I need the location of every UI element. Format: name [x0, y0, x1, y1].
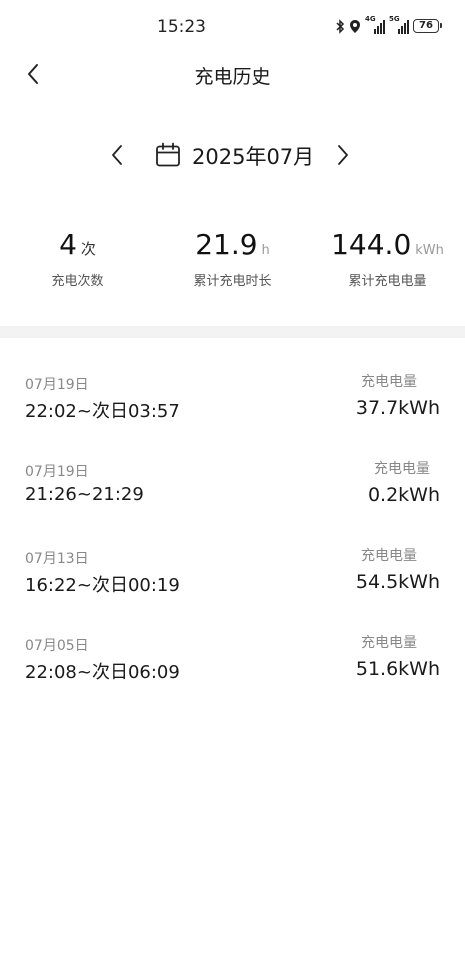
section-divider [0, 326, 465, 338]
month-selector: 2025年07月 [0, 136, 465, 176]
list-item[interactable]: 07月13日 16:22~次日00:19 充电电量 54.5kWh [0, 540, 465, 627]
stat-label: 充电次数 [51, 274, 104, 289]
stat-value: 4 [59, 228, 77, 261]
record-date: 07月19日 [25, 377, 89, 393]
record-time-range: 21:26~21:29 [25, 484, 144, 505]
status-bar: 15:23 4G 5G 76 [0, 0, 465, 56]
status-icons: 4G 5G 76 [336, 15, 442, 34]
stat-unit: h [261, 243, 270, 258]
stat-value: 21.9 [195, 228, 258, 261]
record-energy-value: 51.6kWh [355, 658, 440, 680]
stat-charge-duration: 21.9 h 累计充电时长 [155, 228, 310, 289]
chevron-right-icon [338, 145, 348, 165]
record-energy-label: 充电电量 [374, 461, 430, 477]
record-energy-label: 充电电量 [361, 374, 417, 390]
stat-value: 144.0 [331, 228, 412, 261]
record-time-range: 22:02~次日03:57 [25, 401, 180, 422]
record-energy-value: 37.7kWh [355, 397, 440, 419]
network-type-1: 4G [365, 15, 376, 23]
stat-unit: kWh [415, 243, 444, 258]
bluetooth-icon [336, 18, 345, 34]
battery-level: 76 [419, 20, 433, 31]
record-energy-label: 充电电量 [361, 548, 417, 564]
record-energy-value: 54.5kWh [355, 571, 440, 593]
next-month-button[interactable] [336, 144, 356, 168]
app-header: 充电历史 [0, 56, 465, 92]
page-title: 充电历史 [194, 66, 271, 88]
list-item[interactable]: 07月19日 21:26~21:29 充电电量 0.2kWh [0, 453, 465, 540]
stat-charge-count: 4次 充电次数 [0, 228, 155, 289]
signal-icon: 5G [389, 15, 409, 34]
stat-charge-energy: 144.0 kWh 累计充电电量 [310, 228, 465, 289]
stat-label: 累计充电电量 [348, 274, 427, 289]
record-date: 07月19日 [25, 464, 89, 480]
list-item[interactable]: 07月05日 22:08~次日06:09 充电电量 51.6kWh [0, 627, 465, 714]
record-time-range: 16:22~次日00:19 [25, 575, 180, 596]
charge-record-list: 07月19日 22:02~次日03:57 充电电量 37.7kWh 07月19日… [0, 366, 465, 714]
stat-unit: 次 [80, 240, 96, 258]
list-item[interactable]: 07月19日 22:02~次日03:57 充电电量 37.7kWh [0, 366, 465, 453]
record-energy-value: 0.2kWh [367, 484, 440, 506]
summary-stats: 4次 充电次数 21.9 h 累计充电时长 144.0 kWh 累计充电电量 [0, 228, 465, 298]
location-icon [350, 19, 360, 33]
record-date: 07月05日 [25, 638, 89, 654]
stat-label: 累计充电时长 [193, 274, 272, 289]
month-label[interactable]: 2025年07月 [192, 141, 314, 171]
prev-month-button[interactable] [110, 144, 130, 168]
chevron-left-icon [112, 145, 122, 165]
record-date: 07月13日 [25, 551, 89, 567]
network-type-2: 5G [389, 15, 400, 23]
battery-icon: 76 [413, 19, 442, 33]
calendar-icon[interactable] [155, 142, 181, 168]
status-time: 15:23 [157, 17, 206, 37]
record-time-range: 22:08~次日06:09 [25, 662, 180, 683]
record-energy-label: 充电电量 [361, 635, 417, 651]
signal-icon: 4G [365, 15, 385, 34]
